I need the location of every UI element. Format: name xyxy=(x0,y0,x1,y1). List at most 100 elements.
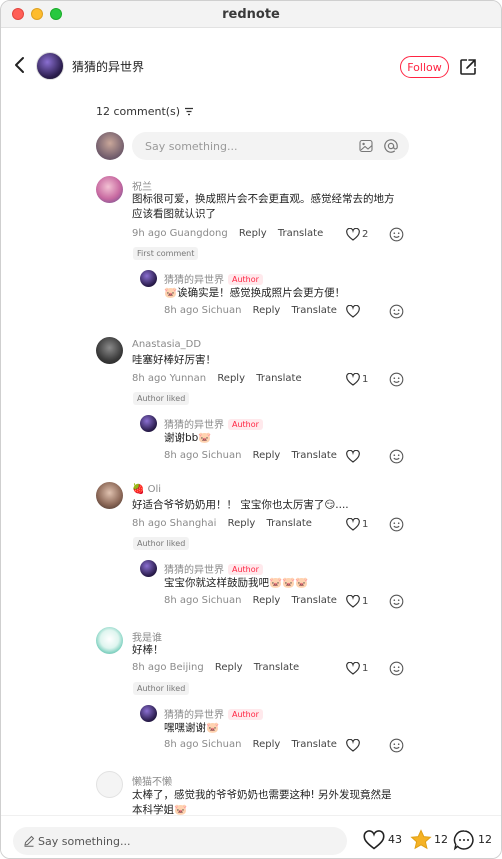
heart-icon[interactable] xyxy=(346,373,360,386)
avatar[interactable] xyxy=(96,627,123,654)
like-heart-icon[interactable] xyxy=(363,830,385,850)
my-avatar xyxy=(96,132,124,160)
author-tag: Author xyxy=(228,419,263,430)
emoji-icon[interactable] xyxy=(389,304,404,319)
avatar[interactable] xyxy=(96,771,123,798)
avatar[interactable] xyxy=(140,705,157,722)
emoji-icon[interactable] xyxy=(389,227,404,242)
heart-icon[interactable] xyxy=(346,305,360,318)
reply-time: 8h ago xyxy=(164,739,199,750)
reply-location: Sichuan xyxy=(201,595,242,606)
title-bar: rednote xyxy=(1,1,501,28)
reply-button[interactable]: Reply xyxy=(253,305,281,316)
emoji-icon[interactable] xyxy=(389,449,404,464)
emoji-icon[interactable] xyxy=(389,661,404,676)
reply-text: 宝宝你就这样鼓励我吧🐷🐷🐷 xyxy=(164,577,309,589)
comment-text: 哇塞好棒好厉害！ xyxy=(132,354,216,366)
avatar[interactable] xyxy=(96,337,123,364)
translate-button[interactable]: Translate xyxy=(292,450,337,461)
heart-icon[interactable] xyxy=(346,450,360,463)
reply-username: 猜猜的异世界 Author xyxy=(164,416,263,431)
like-count: 1 xyxy=(362,374,369,385)
comment-text: 图标很可爱，换成照片会不会更直观。感觉经常去的地方 应该看图就认识了 xyxy=(132,192,412,222)
follow-button[interactable]: Follow xyxy=(400,56,449,78)
comment-username[interactable]: 懒猫不懒 xyxy=(132,773,172,788)
translate-button[interactable]: Translate xyxy=(292,305,337,316)
app-window: rednote 猜猜的异世界 Follow 12 comment(s) Say … xyxy=(0,0,502,859)
comment-total: 12 xyxy=(478,833,492,846)
author-name[interactable]: 猜猜的异世界 xyxy=(72,58,144,75)
sort-icon[interactable] xyxy=(184,107,194,116)
reply-button[interactable]: Reply xyxy=(253,450,281,461)
back-arrow-icon[interactable] xyxy=(9,54,31,76)
reply-button[interactable]: Reply xyxy=(228,518,256,529)
reply-location: Sichuan xyxy=(201,739,242,750)
author-liked-badge: Author liked xyxy=(133,392,190,405)
reply-username-text[interactable]: 猜猜的异世界 xyxy=(164,420,224,431)
avatar[interactable] xyxy=(140,415,157,432)
emoji-icon[interactable] xyxy=(389,517,404,532)
emoji-icon[interactable] xyxy=(389,738,404,753)
emoji-icon[interactable] xyxy=(389,372,404,387)
author-tag: Author xyxy=(228,564,263,575)
translate-button[interactable]: Translate xyxy=(278,228,323,239)
comment-text-line: 应该看图就认识了 xyxy=(132,208,216,220)
translate-button[interactable]: Translate xyxy=(292,595,337,606)
reply-button[interactable]: Reply xyxy=(239,228,267,239)
comment-text: 好棒！ xyxy=(132,644,164,656)
comment-time: 9h ago xyxy=(132,228,167,239)
comment-username[interactable]: 🍓 Oli xyxy=(132,484,161,495)
reply-button[interactable]: Reply xyxy=(253,739,281,750)
like-total: 43 xyxy=(388,833,402,846)
avatar[interactable] xyxy=(96,482,123,509)
comment-location: Shanghai xyxy=(169,518,217,529)
reply-time: 8h ago xyxy=(164,595,199,606)
reply-button[interactable]: Reply xyxy=(253,595,281,606)
heart-icon[interactable] xyxy=(346,518,360,531)
first-comment-badge: First comment xyxy=(133,247,199,260)
star-icon[interactable] xyxy=(410,829,432,850)
reply-time: 8h ago xyxy=(164,305,199,316)
reply-location: Sichuan xyxy=(201,450,242,461)
reply-button[interactable]: Reply xyxy=(215,662,243,673)
avatar[interactable] xyxy=(140,560,157,577)
heart-icon[interactable] xyxy=(346,228,360,241)
comment-username[interactable]: 我是谁 xyxy=(132,629,162,644)
bottom-placeholder: Say something... xyxy=(38,835,131,848)
heart-icon[interactable] xyxy=(346,662,360,675)
reply-username-text[interactable]: 猜猜的异世界 xyxy=(164,275,224,286)
comment-meta: 8h ago Yunnan Reply Translate xyxy=(132,373,302,384)
comment-meta: 8h ago Beijing Reply Translate xyxy=(132,662,299,673)
heart-icon[interactable] xyxy=(346,595,360,608)
share-icon[interactable] xyxy=(458,57,478,77)
reply-username: 猜猜的异世界 Author xyxy=(164,271,263,286)
image-icon[interactable] xyxy=(359,139,373,153)
translate-button[interactable]: Translate xyxy=(256,373,301,384)
translate-button[interactable]: Translate xyxy=(292,739,337,750)
heart-icon[interactable] xyxy=(346,739,360,752)
comment-composer[interactable]: Say something... xyxy=(132,132,409,160)
reply-meta: 8h ago Sichuan Reply Translate xyxy=(164,739,337,750)
reply-meta: 8h ago Sichuan Reply Translate xyxy=(164,450,337,461)
translate-button[interactable]: Translate xyxy=(267,518,312,529)
comment-bubble-icon[interactable] xyxy=(453,829,475,851)
comment-text: 太棒了，感觉我的爷爷奶奶也需要这种! 另外发现竟然是 本科学姐🐷 xyxy=(132,788,412,818)
mention-icon[interactable] xyxy=(383,138,399,154)
comment-count[interactable]: 12 comment(s) xyxy=(96,105,194,118)
reply-username: 猜猜的异世界 Author xyxy=(164,706,263,721)
author-tag: Author xyxy=(228,709,263,720)
reply-button[interactable]: Reply xyxy=(217,373,245,384)
bottom-comment-input[interactable]: Say something... xyxy=(13,827,347,855)
bottom-bar: Say something... 43 12 12 xyxy=(1,815,501,858)
emoji-icon[interactable] xyxy=(389,594,404,609)
comment-username[interactable]: Anastasia_DD xyxy=(132,339,201,350)
reply-username-text[interactable]: 猜猜的异世界 xyxy=(164,565,224,576)
translate-button[interactable]: Translate xyxy=(254,662,299,673)
reply-time: 8h ago xyxy=(164,450,199,461)
avatar[interactable] xyxy=(96,176,123,203)
like-count: 2 xyxy=(362,229,369,240)
comment-username[interactable]: 祝兰 xyxy=(132,178,152,193)
reply-username-text[interactable]: 猜猜的异世界 xyxy=(164,710,224,721)
avatar[interactable] xyxy=(140,270,157,287)
author-avatar[interactable] xyxy=(36,52,64,80)
